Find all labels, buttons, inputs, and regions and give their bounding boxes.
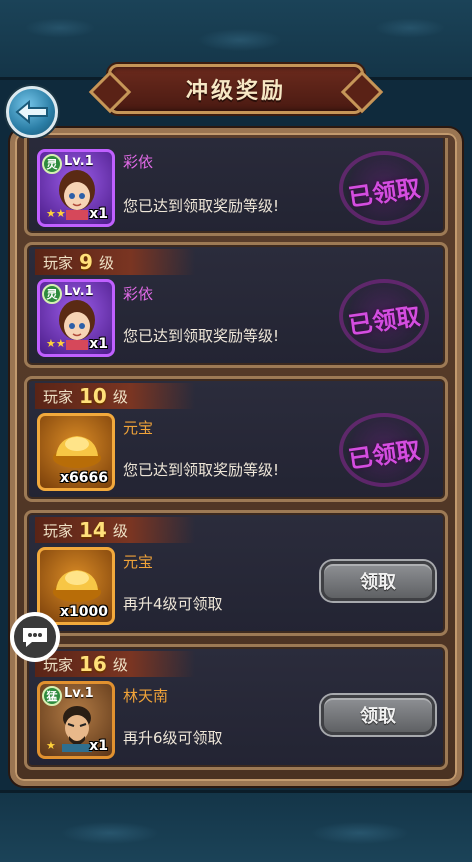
star-rating-icon: ★	[46, 739, 56, 752]
item-name: 元宝	[123, 419, 154, 437]
chat-button[interactable]	[10, 612, 60, 662]
item-level: Lv.1	[64, 284, 94, 299]
class-badge-icon: 灵	[42, 284, 62, 304]
title-plate: 冲级奖励	[108, 64, 364, 114]
ingot-item-icon[interactable]: x6666	[37, 413, 115, 491]
level-suffix: 级	[112, 655, 128, 674]
gold-ingot-icon	[53, 570, 101, 602]
gold-ingot-icon	[53, 436, 101, 468]
item-name: 元宝	[123, 553, 154, 571]
star-rating-icon: ★★	[46, 337, 66, 350]
hero-icon[interactable]: 灵 Lv.1 ★★ x1	[37, 279, 115, 357]
level-prefix: 玩家	[43, 387, 74, 406]
bottom-background	[0, 790, 472, 862]
item-quantity: x1000	[60, 604, 108, 620]
level-number: 16	[79, 652, 107, 676]
level-suffix: 级	[112, 521, 128, 540]
item-name: 彩依	[123, 285, 154, 303]
arrow-left-icon	[15, 100, 48, 124]
level-requirement: 玩家 14 级	[35, 517, 195, 543]
level-prefix: 玩家	[43, 521, 74, 540]
item-level: Lv.1	[64, 686, 94, 701]
item-quantity: x6666	[60, 470, 108, 486]
back-button[interactable]	[6, 86, 58, 138]
claimed-stamp: 已领取	[339, 413, 429, 487]
reward-list[interactable]: 灵 Lv.1 ★★ x1 彩依 您已达到领取奖励等级! 已领取 玩家 9 级 灵…	[24, 138, 448, 778]
level-requirement: 玩家 10 级	[35, 383, 195, 409]
item-quantity: x1	[89, 336, 108, 352]
claim-button[interactable]: 领取	[321, 561, 435, 601]
level-suffix: 级	[98, 253, 114, 272]
reward-description: 您已达到领取奖励等级!	[123, 461, 280, 479]
class-badge-icon: 猛	[42, 686, 62, 706]
claimed-stamp: 已领取	[339, 279, 429, 353]
item-quantity: x1	[89, 206, 108, 222]
level-requirement: 玩家 9 级	[35, 249, 195, 275]
reward-description: 您已达到领取奖励等级!	[123, 327, 280, 345]
hero-icon[interactable]: 猛 Lv.1 ★ x1	[37, 681, 115, 759]
hero-icon[interactable]: 灵 Lv.1 ★★ x1	[37, 149, 115, 227]
reward-card: 玩家 14 级 x1000 元宝 再升4级可领取 领取	[24, 510, 448, 636]
class-badge-icon: 灵	[42, 154, 62, 174]
level-suffix: 级	[112, 387, 128, 406]
ingot-item-icon[interactable]: x1000	[37, 547, 115, 625]
star-rating-icon: ★★	[46, 207, 66, 220]
reward-card: 灵 Lv.1 ★★ x1 彩依 您已达到领取奖励等级! 已领取	[24, 138, 448, 236]
item-level: Lv.1	[64, 154, 94, 169]
level-requirement: 玩家 16 级	[35, 651, 195, 677]
reward-card: 玩家 9 级 灵 Lv.1 ★★ x1 彩依 您已达到领取奖励等级! 已领取	[24, 242, 448, 368]
claimed-stamp: 已领取	[339, 151, 429, 225]
item-name: 林天南	[123, 687, 169, 705]
reward-description: 再升6级可领取	[123, 729, 223, 747]
reward-description: 您已达到领取奖励等级!	[123, 197, 280, 215]
claim-button[interactable]: 领取	[321, 695, 435, 735]
level-number: 10	[79, 384, 107, 408]
item-name: 彩依	[123, 153, 154, 171]
level-prefix: 玩家	[43, 253, 74, 272]
page-title: 冲级奖励	[185, 79, 286, 104]
chat-bubble-icon	[23, 628, 47, 647]
reward-card: 玩家 10 级 x6666 元宝 您已达到领取奖励等级! 已领取	[24, 376, 448, 502]
reward-description: 再升4级可领取	[123, 595, 223, 613]
reward-card: 玩家 16 级 猛 Lv.1 ★ x1 林天南 再升6级可领取 领取	[24, 644, 448, 770]
level-number: 14	[79, 518, 107, 542]
item-quantity: x1	[89, 738, 108, 754]
level-number: 9	[79, 250, 93, 274]
